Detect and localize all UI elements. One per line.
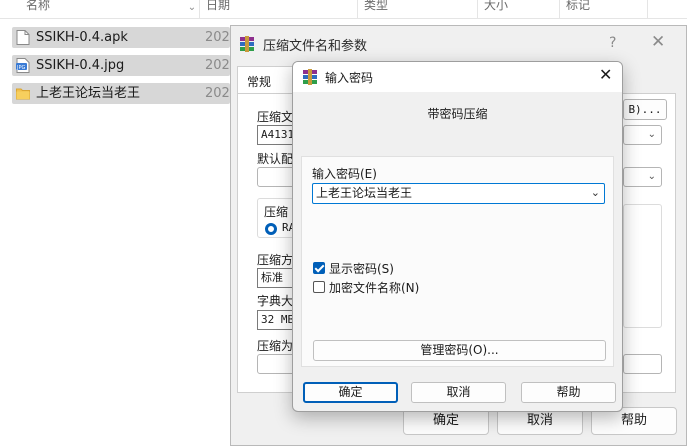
svg-text:JPG: JPG <box>16 65 25 71</box>
file-row-jpg[interactable]: JPG SSIKH-0.4.jpg 2026 <box>12 55 230 76</box>
winrar-icon <box>240 36 254 52</box>
split-label: 压缩为 <box>257 339 294 353</box>
close-icon[interactable]: ✕ <box>651 32 665 52</box>
chevron-down-icon[interactable]: ⌄ <box>591 186 600 199</box>
method-label: 压缩方 <box>257 253 294 267</box>
show-password-checkbox[interactable] <box>313 262 325 274</box>
format-radio-rar[interactable] <box>265 223 277 235</box>
file-row-folder[interactable]: 上老王论坛当老王 2026 <box>12 83 230 104</box>
password-value: 上老王论坛当老王 <box>316 186 413 200</box>
password-heading: 带密码压缩 <box>427 107 488 121</box>
dictionary-label: 字典大 <box>257 294 294 308</box>
update-mode-select[interactable]: ⌄ <box>623 125 662 145</box>
column-header-size[interactable]: 大小 <box>478 0 560 19</box>
password-help-button[interactable]: 帮助 <box>521 382 616 403</box>
help-icon[interactable]: ? <box>609 35 616 51</box>
archive-dialog-titlebar[interactable]: 压缩文件名和参数 ? ✕ <box>231 26 686 62</box>
column-header-name[interactable]: 名称 <box>20 0 200 19</box>
show-password-label[interactable]: 显示密码(S) <box>329 260 394 277</box>
column-header-remark[interactable]: 标记 <box>560 0 648 19</box>
manage-passwords-button[interactable]: 管理密码(O)... <box>313 340 606 361</box>
password-dialog-title: 输入密码 <box>325 71 374 85</box>
sort-chevron-down-icon[interactable]: ⌄ <box>186 2 198 14</box>
column-header-date[interactable]: 日期 <box>200 0 358 19</box>
password-ok-button[interactable]: 确定 <box>303 382 398 403</box>
winrar-icon <box>303 69 317 85</box>
file-date: 2026 <box>205 86 230 101</box>
archive-name-label: 压缩文 <box>257 110 294 124</box>
folder-icon <box>16 88 30 100</box>
password-panel: 输入密码(E) 上老王论坛当老王 ⌄ 显示密码(S) 加密文件名称(N) 管理密… <box>301 156 614 367</box>
chevron-down-icon: ⌄ <box>647 129 656 140</box>
file-name: SSIKH-0.4.jpg <box>36 58 125 73</box>
file-row-apk[interactable]: SSIKH-0.4.apk 2026 <box>12 27 230 48</box>
encrypt-filenames-label[interactable]: 加密文件名称(N) <box>329 279 419 296</box>
chevron-down-icon: ⌄ <box>647 171 656 182</box>
file-name: 上老王论坛当老王 <box>36 86 141 101</box>
password-input[interactable]: 上老王论坛当老王 ⌄ <box>312 183 605 204</box>
password-cancel-button[interactable]: 取消 <box>411 382 506 403</box>
jpg-image-icon: JPG <box>16 58 30 73</box>
password-dialog-titlebar[interactable]: 输入密码 ✕ <box>293 62 622 92</box>
encrypt-filenames-checkbox[interactable] <box>313 281 325 293</box>
close-icon[interactable]: ✕ <box>599 65 612 84</box>
profile-label: 默认配 <box>257 152 294 166</box>
browse-button[interactable]: B)... <box>623 99 667 120</box>
archive-dialog-title: 压缩文件名和参数 <box>263 39 368 54</box>
password-dialog: 输入密码 ✕ 带密码压缩 输入密码(E) 上老王论坛当老王 ⌄ 显示密码(S) … <box>292 61 623 412</box>
column-header-type[interactable]: 类型 <box>358 0 478 19</box>
options-select[interactable]: ⌄ <box>623 167 662 187</box>
extra-field[interactable] <box>623 354 662 374</box>
archive-options-group <box>623 204 662 328</box>
document-icon <box>16 30 30 45</box>
password-label: 输入密码(E) <box>312 167 377 181</box>
tab-general[interactable]: 常规 <box>237 66 297 94</box>
format-group-label: 压缩 <box>264 205 289 219</box>
file-name: SSIKH-0.4.apk <box>36 30 128 45</box>
column-header-bar: 名称 ⌄ 日期 类型 大小 标记 <box>0 0 687 19</box>
file-date: 2026 <box>205 30 230 45</box>
file-date: 2026 <box>205 58 230 73</box>
tab-general-label: 常规 <box>247 75 272 89</box>
